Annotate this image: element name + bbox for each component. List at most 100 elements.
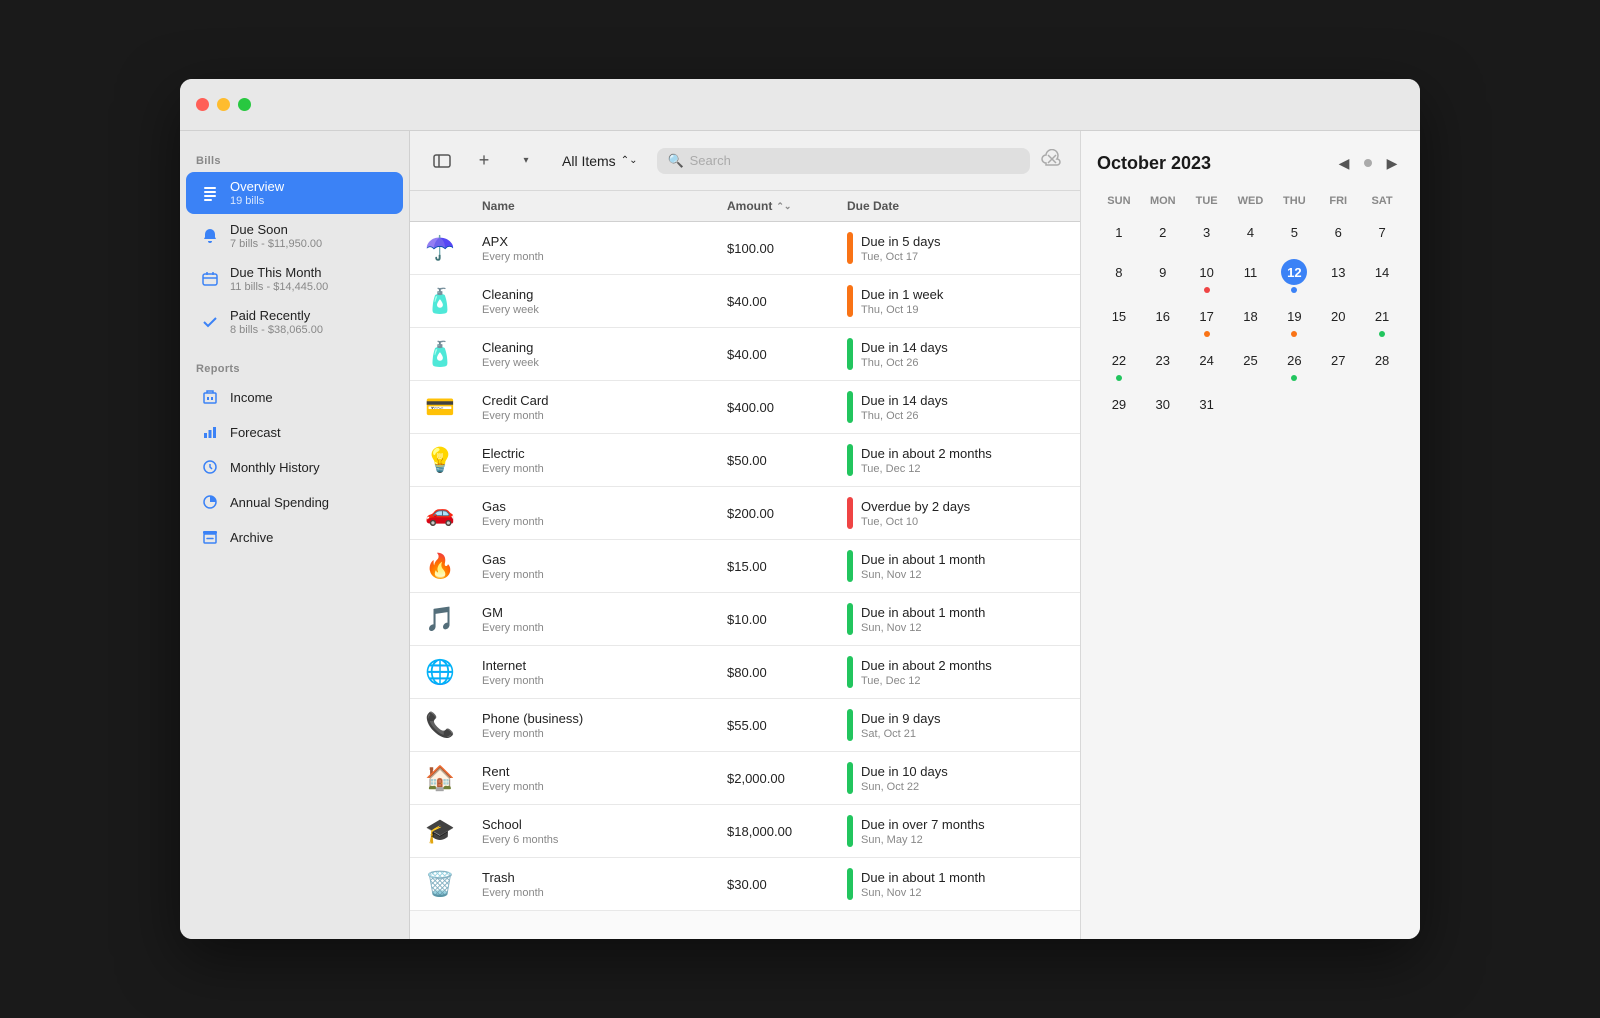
row-name: School Every 6 months xyxy=(470,807,715,856)
calendar-cell[interactable]: 30 xyxy=(1141,387,1185,425)
table-row[interactable]: 💡 Electric Every month $50.00 Due in abo… xyxy=(410,434,1080,487)
close-button[interactable] xyxy=(196,98,209,111)
calendar-dot xyxy=(1116,375,1122,381)
add-button[interactable]: + xyxy=(468,145,500,177)
sidebar-item-overview[interactable]: Overview 19 bills xyxy=(186,172,403,214)
table-row[interactable]: 🎵 GM Every month $10.00 Due in about 1 m… xyxy=(410,593,1080,646)
calendar-cell[interactable]: 4 xyxy=(1229,215,1273,253)
calendar-date-number: 10 xyxy=(1194,259,1220,285)
th-name-label: Name xyxy=(482,199,515,213)
calendar-cell[interactable]: 31 xyxy=(1185,387,1229,425)
add-dropdown-button[interactable]: ▾ xyxy=(510,145,542,177)
calendar-day-label: SAT xyxy=(1360,191,1404,211)
row-icon: 💡 xyxy=(410,436,470,485)
sidebar-item-archive[interactable]: Archive xyxy=(186,520,403,554)
row-amount: $40.00 xyxy=(715,337,835,372)
table-row[interactable]: 💳 Credit Card Every month $400.00 Due in… xyxy=(410,381,1080,434)
calendar-cell[interactable]: 19 xyxy=(1272,299,1316,341)
table-header: Name Amount ⌃⌄ Due Date xyxy=(410,191,1080,222)
calendar-date-number: 14 xyxy=(1369,259,1395,285)
calendar-cell[interactable]: 2 xyxy=(1141,215,1185,253)
table-row[interactable]: 🏠 Rent Every month $2,000.00 Due in 10 d… xyxy=(410,752,1080,805)
calendar-cell[interactable]: 11 xyxy=(1229,255,1273,297)
table-row[interactable]: 📞 Phone (business) Every month $55.00 Du… xyxy=(410,699,1080,752)
calendar-cell[interactable]: 29 xyxy=(1097,387,1141,425)
calendar-cell[interactable]: 23 xyxy=(1141,343,1185,385)
row-name: Phone (business) Every month xyxy=(470,701,715,750)
table-row[interactable]: 🚗 Gas Every month $200.00 Overdue by 2 d… xyxy=(410,487,1080,540)
calendar-week: 22232425262728 xyxy=(1097,343,1404,385)
calendar-cell[interactable]: 16 xyxy=(1141,299,1185,341)
table-row[interactable]: 🗑️ Trash Every month $30.00 Due in about… xyxy=(410,858,1080,911)
row-due: Due in about 2 months Tue, Dec 12 xyxy=(835,434,1080,486)
calendar-cell[interactable]: 9 xyxy=(1141,255,1185,297)
calendar-day-label: TUE xyxy=(1185,191,1229,211)
th-due-date[interactable]: Due Date xyxy=(835,191,1080,221)
calendar-cell xyxy=(1360,387,1404,425)
calendar-days-header: SUNMONTUEWEDTHUFRISAT xyxy=(1097,191,1404,211)
sidebar: Bills Overview 19 bills xyxy=(180,131,410,939)
row-icon: ☂️ xyxy=(410,224,470,273)
calendar-prev-button[interactable]: ◀ xyxy=(1332,151,1356,175)
calendar-date-number xyxy=(1237,391,1263,417)
calendar-cell[interactable]: 10 xyxy=(1185,255,1229,297)
calendar-cell[interactable]: 8 xyxy=(1097,255,1141,297)
sidebar-item-annual-spending[interactable]: Annual Spending xyxy=(186,485,403,519)
calendar-cell[interactable]: 22 xyxy=(1097,343,1141,385)
calendar-cell[interactable]: 14 xyxy=(1360,255,1404,297)
calendar-date-number: 2 xyxy=(1150,219,1176,245)
calendar-cell[interactable]: 20 xyxy=(1316,299,1360,341)
table-row[interactable]: 🧴 Cleaning Every week $40.00 Due in 14 d… xyxy=(410,328,1080,381)
sidebar-item-due-this-month[interactable]: Due This Month 11 bills - $14,445.00 xyxy=(186,258,403,300)
building-icon xyxy=(200,387,220,407)
table-row[interactable]: 🔥 Gas Every month $15.00 Due in about 1 … xyxy=(410,540,1080,593)
calendar-next-button[interactable]: ▶ xyxy=(1380,151,1404,175)
search-bar[interactable]: 🔍 xyxy=(657,148,1030,174)
calendar-cell[interactable]: 13 xyxy=(1316,255,1360,297)
row-amount: $18,000.00 xyxy=(715,814,835,849)
calendar-date-number: 4 xyxy=(1237,219,1263,245)
calendar-cell[interactable]: 15 xyxy=(1097,299,1141,341)
calendar-cell[interactable]: 1 xyxy=(1097,215,1141,253)
fullscreen-button[interactable] xyxy=(238,98,251,111)
calendar-cell[interactable]: 12 xyxy=(1272,255,1316,297)
calendar-cell[interactable]: 18 xyxy=(1229,299,1273,341)
calendar-date-number xyxy=(1369,391,1395,417)
calendar-cell[interactable]: 25 xyxy=(1229,343,1273,385)
table-row[interactable]: 🌐 Internet Every month $80.00 Due in abo… xyxy=(410,646,1080,699)
th-amount[interactable]: Amount ⌃⌄ xyxy=(715,191,835,221)
calendar-date-number: 20 xyxy=(1325,303,1351,329)
calendar-cell[interactable]: 28 xyxy=(1360,343,1404,385)
table-row[interactable]: 🎓 School Every 6 months $18,000.00 Due i… xyxy=(410,805,1080,858)
calendar-cell[interactable]: 6 xyxy=(1316,215,1360,253)
calendar-week: 293031 xyxy=(1097,387,1404,425)
calendar-cell[interactable]: 27 xyxy=(1316,343,1360,385)
calendar-cell[interactable]: 5 xyxy=(1272,215,1316,253)
th-name[interactable]: Name xyxy=(470,191,715,221)
calendar-cell[interactable]: 21 xyxy=(1360,299,1404,341)
search-input[interactable] xyxy=(690,153,1020,168)
calendar-cell[interactable]: 17 xyxy=(1185,299,1229,341)
row-amount: $100.00 xyxy=(715,231,835,266)
sidebar-item-paid-recently[interactable]: Paid Recently 8 bills - $38,065.00 xyxy=(186,301,403,343)
sidebar-item-income[interactable]: Income xyxy=(186,380,403,414)
sidebar-item-due-soon[interactable]: Due Soon 7 bills - $11,950.00 xyxy=(186,215,403,257)
calendar-cell xyxy=(1316,387,1360,425)
sidebar-item-monthly-history[interactable]: Monthly History xyxy=(186,450,403,484)
calendar-cell[interactable]: 24 xyxy=(1185,343,1229,385)
sidebar-item-forecast[interactable]: Forecast xyxy=(186,415,403,449)
calendar-date-number: 17 xyxy=(1194,303,1220,329)
calendar-cell[interactable]: 7 xyxy=(1360,215,1404,253)
table-row[interactable]: 🧴 Cleaning Every week $40.00 Due in 1 we… xyxy=(410,275,1080,328)
calendar-cell[interactable]: 26 xyxy=(1272,343,1316,385)
minimize-button[interactable] xyxy=(217,98,230,111)
all-items-button[interactable]: All Items ⌃⌄ xyxy=(552,148,647,174)
check-icon xyxy=(200,312,220,332)
calendar-nav: ◀ ▶ xyxy=(1332,151,1404,175)
table-row[interactable]: ☂️ APX Every month $100.00 Due in 5 days… xyxy=(410,222,1080,275)
row-amount: $2,000.00 xyxy=(715,761,835,796)
calendar-date-number xyxy=(1281,391,1307,417)
calendar-today-dot[interactable] xyxy=(1364,159,1372,167)
calendar-cell[interactable]: 3 xyxy=(1185,215,1229,253)
sidebar-toggle-button[interactable] xyxy=(426,145,458,177)
